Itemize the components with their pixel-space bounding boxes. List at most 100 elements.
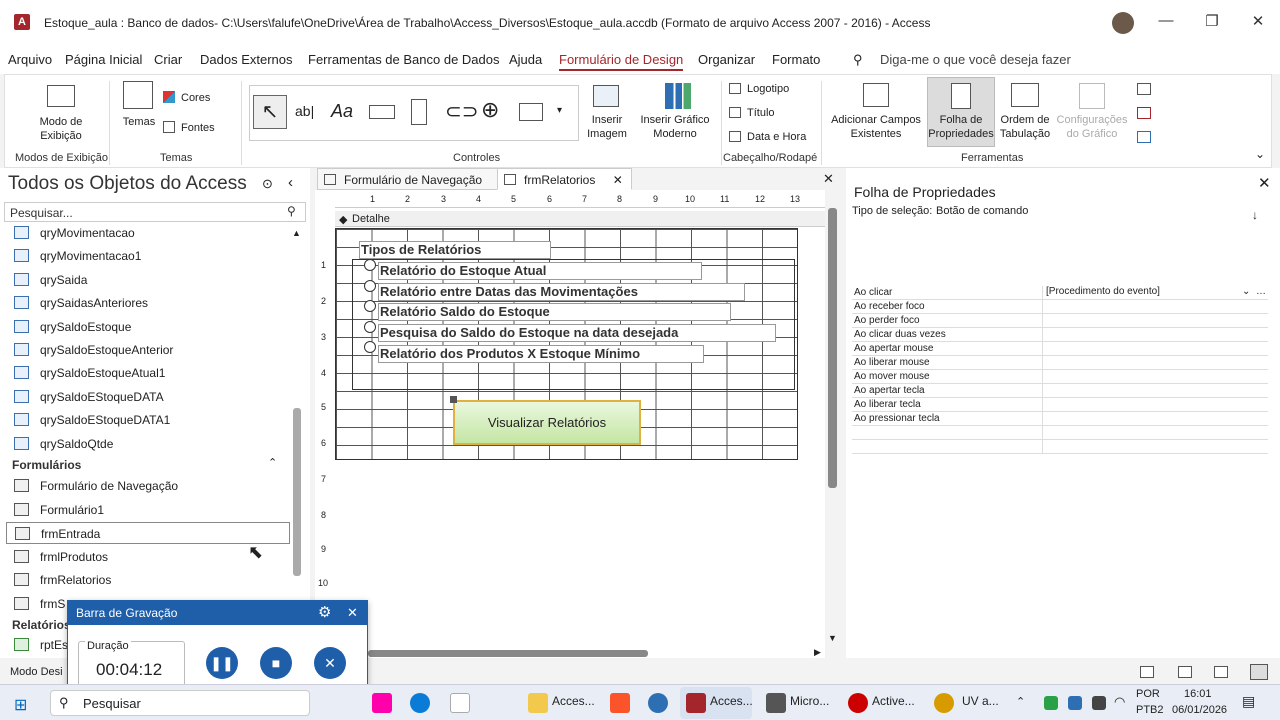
titulo-button[interactable]: Título (747, 106, 775, 120)
list-item[interactable]: qrySaida (14, 269, 290, 291)
modo-exibicao-button[interactable]: Modo de Exibição (31, 115, 91, 143)
property-row[interactable]: Ao liberar mouse (852, 356, 1268, 370)
property-row[interactable]: Ao liberar tecla (852, 398, 1268, 412)
notification-icon[interactable]: ▤ (1242, 693, 1255, 710)
close-document-icon[interactable]: ✕ (823, 171, 834, 187)
link-control-icon[interactable]: ⊂⊃ (445, 99, 479, 124)
tab-dados-externos[interactable]: Dados Externos (200, 52, 293, 67)
select-pointer-icon[interactable]: ↖ (253, 95, 287, 129)
tray-icon[interactable] (1092, 696, 1106, 710)
button-control-icon[interactable] (369, 105, 395, 119)
group-title-label[interactable]: Tipos de Relatórios (359, 241, 551, 259)
data-hora-button[interactable]: Data e Hora (747, 130, 806, 144)
list-item-selected[interactable]: frmEntrada (6, 522, 290, 544)
view-code-icon[interactable] (1137, 83, 1151, 95)
ordem-tabulacao-button[interactable]: Ordem de Tabulação (995, 113, 1055, 141)
scroll-down-icon[interactable]: ▼ (828, 633, 837, 643)
layout-view-icon[interactable] (1214, 666, 1228, 678)
gear-icon[interactable]: ⚙ (318, 603, 331, 621)
list-item[interactable]: qryMovimentacao1 (14, 245, 290, 267)
access-icon[interactable] (686, 693, 706, 713)
taskbar-item[interactable]: Micro... (790, 694, 829, 708)
list-item[interactable]: qrySaldoEStoqueDATA (14, 386, 290, 408)
taskbar-item[interactable]: Active... (872, 694, 915, 708)
reports-section-header[interactable]: Relatórios (12, 618, 71, 632)
close-tab-icon[interactable]: ✕ (613, 173, 623, 187)
convert-macros-icon[interactable] (1137, 107, 1151, 119)
detail-section-bar[interactable]: ◆ Detalhe (335, 211, 825, 227)
copilot-icon[interactable] (372, 693, 392, 713)
collapse-ribbon-icon[interactable]: ⌄ (1255, 147, 1265, 161)
recording-bar-header[interactable]: Barra de Gravação ⚙ ✕ (68, 601, 367, 625)
close-window-icon[interactable]: ✕ (1248, 12, 1268, 30)
scroll-up-icon[interactable]: ▲ (292, 228, 301, 238)
tab-pagina-inicial[interactable]: Página Inicial (65, 52, 142, 67)
property-row[interactable]: Ao apertar tecla (852, 384, 1268, 398)
property-row[interactable]: Ao pressionar tecla (852, 412, 1268, 426)
horizontal-scrollbar-thumb[interactable] (368, 650, 648, 657)
brave-icon[interactable] (610, 693, 630, 713)
tab-criar[interactable]: Criar (154, 52, 182, 67)
list-item[interactable]: qrySaldoQtde (14, 433, 290, 455)
option-label[interactable]: Relatório Saldo do Estoque (378, 303, 731, 321)
user-avatar[interactable] (1112, 12, 1134, 34)
tab-formato[interactable]: Formato (772, 52, 820, 67)
nav-scrollbar-thumb[interactable] (293, 408, 301, 576)
recording-bar[interactable]: Barra de Gravação ⚙ ✕ Duração 00:04:12 ❚… (67, 600, 368, 690)
option-label[interactable]: Relatório entre Datas das Movimentações (378, 283, 745, 301)
cancel-recording-button[interactable]: ✕ (314, 647, 346, 679)
fontes-button[interactable]: Fontes (181, 121, 215, 135)
pause-button[interactable]: ❚❚ (206, 647, 238, 679)
taskbar-search[interactable]: ⚲ Pesquisar (50, 690, 310, 716)
tab-arquivo[interactable]: Arquivo (8, 52, 52, 67)
folha-propriedades-button[interactable]: Folha de Propriedades (927, 113, 995, 141)
tab-ferramentas-bd[interactable]: Ferramentas de Banco de Dados (308, 52, 500, 67)
clock-date[interactable]: 06/01/2026 (1172, 704, 1227, 716)
chevron-up-icon[interactable]: ⌃ (268, 456, 277, 469)
nav-search-input[interactable]: Pesquisar... ⚲ (4, 202, 306, 222)
datasheet-view-icon[interactable] (1178, 666, 1192, 678)
folder-icon[interactable] (528, 693, 548, 713)
close-panel-icon[interactable]: ✕ (1258, 174, 1271, 192)
tab-ajuda[interactable]: Ajuda (509, 52, 542, 67)
property-row[interactable]: Ao receber foco (852, 300, 1268, 314)
list-item[interactable]: Formulário1 (14, 499, 290, 521)
adicionar-campos-button[interactable]: Adicionar Campos Existentes (827, 113, 925, 141)
list-item[interactable]: qrySaldoEstoqueAtual1 (14, 362, 290, 384)
taskbar-item[interactable]: UV a... (962, 694, 999, 708)
label-control-icon[interactable]: Aa (331, 101, 353, 122)
amazon-icon[interactable] (450, 693, 470, 713)
navigation-control-icon[interactable] (519, 103, 543, 121)
restore-icon[interactable]: ❐ (1202, 12, 1222, 30)
stop-button[interactable]: ■ (260, 647, 292, 679)
gallery-more-icon[interactable]: ▾ (557, 105, 562, 116)
lang-code[interactable]: POR (1136, 688, 1160, 700)
tray-icon[interactable] (1044, 696, 1058, 710)
tab-formulario-navegacao[interactable]: Formulário de Navegação ✕ (317, 168, 519, 190)
temas-button[interactable]: Temas (119, 115, 159, 129)
list-item[interactable]: Formulário de Navegação (14, 475, 290, 497)
logotipo-button[interactable]: Logotipo (747, 82, 789, 96)
property-row[interactable]: Ao clicar duas vezes (852, 328, 1268, 342)
tab-organizar[interactable]: Organizar (698, 52, 755, 67)
property-row[interactable]: Ao perder foco (852, 314, 1268, 328)
option-button[interactable] (364, 280, 376, 292)
option-label[interactable]: Relatório do Estoque Atual (378, 262, 702, 280)
uv-icon[interactable] (934, 693, 954, 713)
textbox-control-icon[interactable]: ab| (295, 103, 314, 119)
tab-control-icon[interactable] (411, 99, 427, 125)
list-item[interactable]: qrySaldoEstoque (14, 316, 290, 338)
cores-button[interactable]: Cores (181, 91, 210, 105)
design-view-icon[interactable] (1250, 664, 1268, 680)
property-row[interactable] (852, 440, 1268, 454)
option-button[interactable] (364, 259, 376, 271)
collapse-nav-icon[interactable]: ‹ (288, 174, 293, 191)
wifi-icon[interactable]: ◠ (1114, 694, 1125, 710)
option-label[interactable]: Relatório dos Produtos X Estoque Mínimo (378, 345, 704, 363)
sort-icon[interactable]: ↓ (1252, 208, 1258, 222)
property-row[interactable]: Ao clicar [Procedimento do evento] ⌄… (852, 286, 1268, 300)
clock-time[interactable]: 16:01 (1184, 688, 1212, 700)
search-icon[interactable]: ⚲ (287, 204, 296, 218)
option-label[interactable]: Pesquisa do Saldo do Estoque na data des… (378, 324, 776, 342)
web-browser-icon[interactable]: ⊕ (481, 97, 499, 123)
